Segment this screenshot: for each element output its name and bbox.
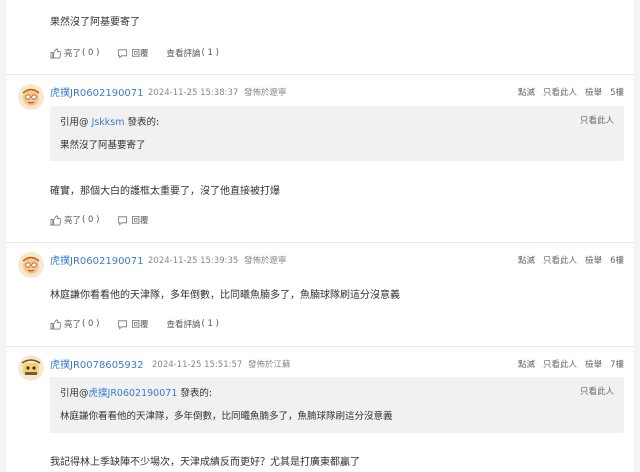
quote-user-link[interactable]: Jskksm xyxy=(92,117,125,128)
quote-block: 引用@ Jskksm 發表的: 只看此人 果然沒了阿基要寄了 xyxy=(50,106,624,161)
post-header-actions: 點滅 只看此人 檢舉 6樓 xyxy=(518,254,624,266)
reply-label: 回覆 xyxy=(131,216,149,226)
view-replies-count: ( 1 ) xyxy=(201,48,219,58)
post-actions: 亮了( 0 ) 回覆 xyxy=(50,213,166,227)
quote-header: 引用@虎撲JR0602190071 發表的: xyxy=(60,388,213,399)
avatar[interactable] xyxy=(18,252,44,278)
post-header-actions: 點滅 只看此人 檢舉 7樓 xyxy=(518,358,624,370)
username[interactable]: 虎撲JR0602190071 xyxy=(50,84,144,99)
view-replies-label: 查看評論 xyxy=(166,49,201,59)
thumbs-up-icon xyxy=(50,48,61,58)
quote-only-this-user[interactable]: 只看此人 xyxy=(580,385,614,397)
floor-number: 7樓 xyxy=(610,360,624,370)
dislike-link[interactable]: 點滅 xyxy=(518,254,535,266)
floor-number: 6樓 xyxy=(610,256,624,266)
dislike-link[interactable]: 點滅 xyxy=(518,86,535,98)
reply-button[interactable]: 回覆 xyxy=(117,214,148,226)
like-button[interactable]: 亮了( 0 ) xyxy=(50,318,99,330)
thumbs-up-icon xyxy=(50,319,61,329)
view-replies-button[interactable]: 查看評論( 1 ) xyxy=(166,318,218,330)
username[interactable]: 虎撲JR0078605932 xyxy=(50,356,144,371)
report-link[interactable]: 檢舉 xyxy=(585,254,602,266)
post-actions: 亮了( 0 ) 回覆 查看評論( 1 ) xyxy=(50,46,237,60)
report-link[interactable]: 檢舉 xyxy=(585,358,602,370)
divider xyxy=(6,74,634,75)
like-label: 亮了 xyxy=(64,49,82,59)
like-count: ( 0 ) xyxy=(82,48,100,58)
reply-button[interactable]: 回覆 xyxy=(117,47,148,59)
avatar[interactable] xyxy=(18,355,44,381)
like-button[interactable]: 亮了( 0 ) xyxy=(50,47,99,59)
like-label: 亮了 xyxy=(64,216,82,226)
post-actions: 亮了( 0 ) 回覆 查看評論( 1 ) xyxy=(50,317,237,331)
avatar[interactable] xyxy=(18,84,44,110)
thumbs-up-icon xyxy=(50,215,61,225)
like-button[interactable]: 亮了( 0 ) xyxy=(50,214,99,226)
comment-icon xyxy=(118,48,128,59)
view-replies-count: ( 1 ) xyxy=(201,319,219,329)
post-body: 林庭謙你看看他的天津隊，多年倒數，比同曦魚腩多了，魚腩球隊刷這分沒意義 xyxy=(50,290,400,301)
like-label: 亮了 xyxy=(64,320,82,330)
post-timestamp: 2024-11-25 15:51:57 發佈於江蘇 xyxy=(152,360,291,370)
quote-user-link[interactable]: 虎撲JR0602190071 xyxy=(89,388,178,399)
only-this-user-link[interactable]: 只看此人 xyxy=(543,86,577,98)
post-body: 我記得林上季缺陣不少場次，天津成績反而更好？尤其是打廣東都贏了 xyxy=(50,457,360,468)
username[interactable]: 虎撲JR0602190071 xyxy=(50,252,144,267)
report-link[interactable]: 檢舉 xyxy=(585,86,602,98)
reply-button[interactable]: 回覆 xyxy=(117,318,148,330)
floor-number: 5樓 xyxy=(610,88,624,98)
quote-block: 引用@虎撲JR0602190071 發表的: 只看此人 林庭謙你看看他的天津隊，多… xyxy=(50,377,624,433)
post-header-actions: 點滅 只看此人 檢舉 5樓 xyxy=(518,86,624,98)
quote-header: 引用@ Jskksm 發表的: xyxy=(60,117,160,128)
dislike-link[interactable]: 點滅 xyxy=(518,358,535,370)
quote-body: 林庭謙你看看他的天津隊，多年倒數，比同曦魚腩多了，魚腩球隊刷這分沒意義 xyxy=(60,411,393,422)
post-timestamp: 2024-11-25 15:38:37 發佈於遼寧 xyxy=(148,88,287,98)
view-replies-label: 查看評論 xyxy=(166,320,201,330)
reply-label: 回覆 xyxy=(131,320,149,330)
reply-label: 回覆 xyxy=(131,49,149,59)
divider xyxy=(6,346,634,347)
comment-icon xyxy=(118,215,128,226)
post-timestamp: 2024-11-25 15:39:35 發佈於遼寧 xyxy=(148,256,287,266)
post-body: 確實，那個大白的護框太重要了，沒了他直接被打爆 xyxy=(50,186,280,197)
only-this-user-link[interactable]: 只看此人 xyxy=(543,254,577,266)
like-count: ( 0 ) xyxy=(82,215,100,225)
quote-only-this-user[interactable]: 只看此人 xyxy=(580,114,614,126)
quote-body: 果然沒了阿基要寄了 xyxy=(60,140,146,151)
post-body: 果然沒了阿基要寄了 xyxy=(50,17,140,28)
view-replies-button[interactable]: 查看評論( 1 ) xyxy=(166,47,218,59)
comment-icon xyxy=(118,319,128,330)
only-this-user-link[interactable]: 只看此人 xyxy=(543,358,577,370)
divider xyxy=(6,242,634,243)
like-count: ( 0 ) xyxy=(82,319,100,329)
